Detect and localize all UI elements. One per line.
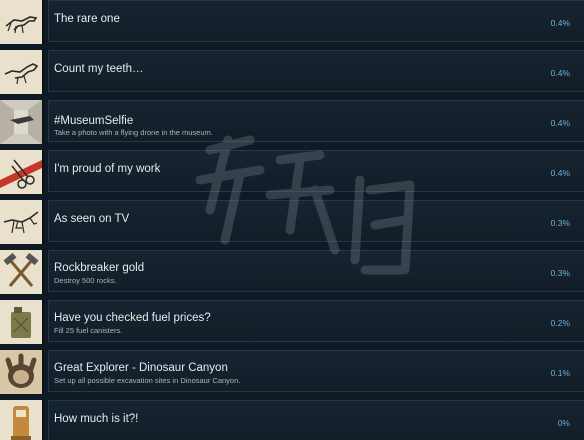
- achievement-title: I'm proud of my work: [54, 163, 161, 175]
- unlock-percentage: 0.4%: [550, 168, 570, 178]
- achievement-row[interactable]: How much is it?! 0%: [0, 400, 584, 440]
- achievement-card: Great Explorer - Dinosaur Canyon Set up …: [48, 350, 584, 392]
- achievement-card: Have you checked fuel prices? Fill 25 fu…: [48, 300, 584, 342]
- achievement-row[interactable]: Rockbreaker gold Destroy 500 rocks. 0.3%: [0, 250, 584, 294]
- achievement-title: Great Explorer - Dinosaur Canyon: [54, 362, 228, 374]
- fuel-canister-icon: [0, 300, 44, 344]
- unlock-percentage: 0.3%: [550, 218, 570, 228]
- unlock-percentage: 0.4%: [550, 118, 570, 128]
- achievement-description: Destroy 500 rocks.: [54, 276, 117, 285]
- achievement-row[interactable]: Count my teeth… 0.4%: [0, 50, 584, 94]
- dinosaur-skeleton-icon: [0, 50, 44, 94]
- achievement-card: I'm proud of my work 0.4%: [48, 150, 584, 192]
- unlock-percentage: 0.1%: [550, 368, 570, 378]
- achievement-card: The rare one 0.4%: [48, 0, 584, 42]
- unlock-percentage: 0.3%: [550, 268, 570, 278]
- achievement-row[interactable]: Great Explorer - Dinosaur Canyon Set up …: [0, 350, 584, 394]
- dinosaur-skeleton-icon: [0, 0, 44, 44]
- fuel-pump-icon: [0, 400, 44, 440]
- achievement-title: Rockbreaker gold: [54, 262, 145, 274]
- achievement-card: As seen on TV 0.3%: [48, 200, 584, 242]
- achievement-description: Fill 25 fuel canisters.: [54, 326, 123, 335]
- achievement-title: How much is it?!: [54, 413, 139, 425]
- achievement-title: The rare one: [54, 13, 120, 25]
- achievement-description: Take a photo with a flying drone in the …: [54, 128, 213, 137]
- achievement-title: #MuseumSelfie: [54, 115, 134, 127]
- achievement-title: Have you checked fuel prices?: [54, 312, 211, 324]
- achievement-row[interactable]: #MuseumSelfie Take a photo with a flying…: [0, 100, 584, 144]
- unlock-percentage: 0.2%: [550, 318, 570, 328]
- unlock-percentage: 0%: [557, 418, 570, 428]
- achievement-row[interactable]: As seen on TV 0.3%: [0, 200, 584, 244]
- achievement-row[interactable]: I'm proud of my work 0.4%: [0, 150, 584, 194]
- achievement-description: Set up all possible excavation sites in …: [54, 376, 241, 385]
- achievement-title: Count my teeth…: [54, 63, 144, 75]
- achievement-row[interactable]: Have you checked fuel prices? Fill 25 fu…: [0, 300, 584, 344]
- footprint-icon: [0, 350, 44, 394]
- museum-drone-icon: [0, 100, 44, 144]
- unlock-percentage: 0.4%: [550, 18, 570, 28]
- achievement-card: Count my teeth… 0.4%: [48, 50, 584, 92]
- achievement-title: As seen on TV: [54, 213, 130, 225]
- achievement-row[interactable]: The rare one 0.4%: [0, 0, 584, 44]
- achievement-card: Rockbreaker gold Destroy 500 rocks. 0.3%: [48, 250, 584, 292]
- crossed-hammers-icon: [0, 250, 44, 294]
- dinosaur-skeleton-icon: [0, 200, 44, 244]
- achievement-card: How much is it?! 0%: [48, 400, 584, 440]
- achievement-list: The rare one 0.4% Count my teeth… 0.4% #…: [0, 0, 584, 440]
- achievement-card: #MuseumSelfie Take a photo with a flying…: [48, 100, 584, 142]
- ribbon-scissors-icon: [0, 150, 44, 194]
- unlock-percentage: 0.4%: [550, 68, 570, 78]
